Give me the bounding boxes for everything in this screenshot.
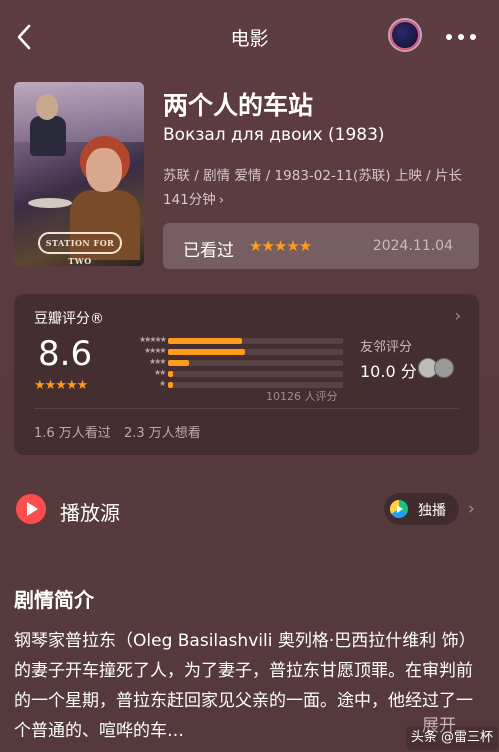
movie-original-title: Вокзал для двоих (1983) — [163, 125, 385, 145]
watched-label: 已看过 — [183, 241, 234, 261]
movie-poster[interactable]: STATION FOR TWO — [14, 82, 144, 266]
chevron-right-icon: › — [218, 192, 225, 208]
exclusive-platform-button[interactable]: 独播 — [384, 493, 459, 525]
synopsis-title: 剧情简介 — [14, 588, 94, 612]
more-dots-icon[interactable] — [446, 34, 476, 40]
video-platform-icon — [390, 500, 408, 518]
rating-bar-track — [168, 360, 343, 366]
page-title: 电影 — [230, 28, 269, 50]
meta-duration: 141分钟 — [163, 192, 216, 208]
rating-bar-track — [168, 371, 343, 377]
rating-row-stars: ★ — [159, 379, 166, 388]
rating-row-stars: ★★★★ — [144, 346, 167, 355]
dot — [458, 34, 464, 40]
movie-title: 两个人的车站 — [163, 91, 314, 120]
rating-bar — [168, 349, 245, 355]
rating-count: 10126 人评分 — [266, 390, 338, 403]
seen-count[interactable]: 1.6 万人看过 — [34, 422, 111, 441]
rating-bar — [168, 371, 174, 377]
avatar-ring — [390, 20, 420, 50]
play-source-label[interactable]: 播放源 — [60, 497, 120, 526]
rating-header: 豆瓣评分® — [34, 311, 104, 327]
want-count[interactable]: 2.3 万人想看 — [124, 422, 201, 441]
rating-bar — [168, 360, 189, 366]
friends-rating-score: 10.0 分 — [360, 362, 417, 381]
meta-line: 苏联 / 剧情 爱情 / 1983-02-11(苏联) 上映 / 片长 — [163, 168, 462, 184]
movie-detail-page: 电影 STATION FOR TWO 两个人的车站 Вокзал для дво… — [0, 0, 499, 752]
watched-status-button[interactable]: 已看过 ★★★★★ 2024.11.04 — [163, 223, 479, 269]
rating-bar — [168, 382, 174, 388]
exclusive-label: 独播 — [418, 503, 446, 519]
movie-meta[interactable]: 苏联 / 剧情 爱情 / 1983-02-11(苏联) 上映 / 片长 141分… — [163, 164, 483, 212]
rating-bar — [168, 338, 242, 344]
poster-figure — [36, 94, 58, 120]
rating-row-stars: ★★ — [154, 368, 166, 377]
chevron-right-icon[interactable]: › — [468, 499, 475, 519]
douban-rating-card[interactable]: 豆瓣评分® › 8.6 ★★★★★ ★★★★★ ★★★★ ★★★ ★★ ★ 10126 … — [14, 294, 479, 455]
friend-avatar[interactable] — [434, 358, 454, 378]
dot — [446, 34, 452, 40]
rating-row-stars: ★★★ — [149, 357, 166, 366]
rating-row-stars: ★★★★★ — [139, 335, 167, 344]
watched-stars: ★★★★★ — [249, 237, 312, 255]
play-icon[interactable] — [16, 494, 46, 524]
watched-date: 2024.11.04 — [372, 238, 453, 254]
rating-distribution: ★★★★★ ★★★★ ★★★ ★★ ★ — [120, 335, 346, 391]
user-avatar[interactable] — [388, 18, 422, 52]
dot — [470, 34, 476, 40]
poster-figure — [30, 116, 66, 156]
rating-score: 8.6 — [38, 334, 93, 374]
poster-logo: STATION FOR TWO — [38, 232, 122, 266]
watermark: 头条 @雷三杯 — [406, 726, 498, 750]
poster-figure — [86, 148, 122, 192]
rating-stars: ★★★★★ — [34, 378, 88, 393]
friends-rating-label: 友邻评分 — [360, 340, 413, 355]
chevron-right-icon: › — [454, 306, 461, 325]
rating-row: ★★ — [120, 368, 346, 380]
poster-figure — [28, 198, 72, 208]
meta-line-2: 141分钟 › — [163, 188, 483, 212]
divider — [34, 408, 459, 409]
